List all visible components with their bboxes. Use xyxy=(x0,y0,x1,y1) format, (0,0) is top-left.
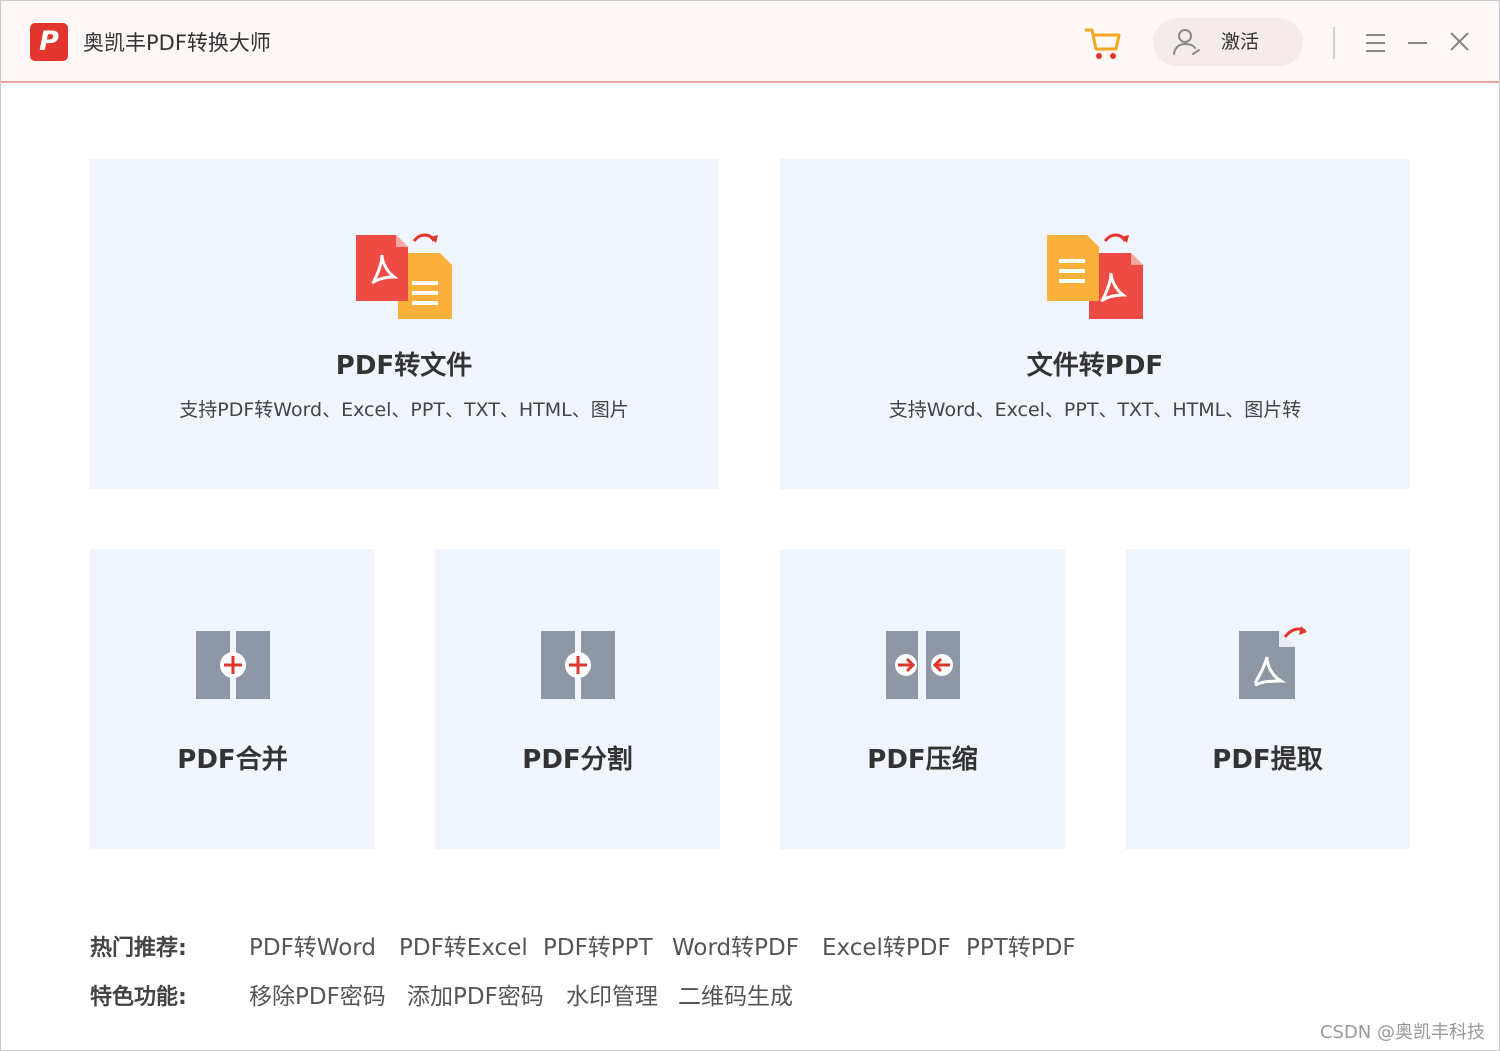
logo-letter: P xyxy=(39,26,59,57)
pdf-compress-title: PDF压缩 xyxy=(867,745,978,775)
hot-link-ppt-to-pdf[interactable]: PPT转PDF xyxy=(966,928,1076,962)
pdf-to-file-title: PDF转文件 xyxy=(335,351,473,381)
feature-link-watermark[interactable]: 水印管理 xyxy=(566,977,658,1011)
activate-label: 激活 xyxy=(1221,31,1260,53)
feature-link-remove-password[interactable]: 移除PDF密码 xyxy=(249,977,386,1011)
close-icon[interactable] xyxy=(1445,27,1475,57)
card-pdf-split[interactable]: PDF分割 xyxy=(435,549,720,849)
pdf-to-file-icon xyxy=(354,231,454,323)
feature-link-add-password[interactable]: 添加PDF密码 xyxy=(407,977,544,1011)
app-title: 奥凯丰PDF转换大师 xyxy=(83,31,271,55)
hot-link-word-to-pdf[interactable]: Word转PDF xyxy=(672,928,799,962)
card-pdf-compress[interactable]: PDF压缩 xyxy=(780,549,1065,849)
compress-icon xyxy=(886,629,960,701)
minimize-icon[interactable] xyxy=(1403,27,1433,57)
hot-link-pdf-to-excel[interactable]: PDF转Excel xyxy=(399,928,528,962)
card-pdf-merge[interactable]: PDF合并 xyxy=(90,549,375,849)
file-to-pdf-title: 文件转PDF xyxy=(1026,351,1164,381)
app-window: P 奥凯丰PDF转换大师 激活 PDF转文件 支持PDF转Word、Excel、… xyxy=(0,0,1500,1051)
hot-label: 热门推荐: xyxy=(90,936,187,961)
hot-link-pdf-to-word[interactable]: PDF转Word xyxy=(249,928,376,962)
hot-link-excel-to-pdf[interactable]: Excel转PDF xyxy=(822,928,951,962)
features-label: 特色功能: xyxy=(90,985,187,1010)
hot-link-pdf-to-ppt[interactable]: PDF转PPT xyxy=(543,928,653,962)
title-bar: P 奥凯丰PDF转换大师 激活 xyxy=(1,1,1499,83)
activate-button[interactable]: 激活 xyxy=(1153,18,1303,66)
cart-icon[interactable] xyxy=(1083,23,1123,63)
pdf-to-file-desc: 支持PDF转Word、Excel、PPT、TXT、HTML、图片 xyxy=(179,399,629,421)
titlebar-divider xyxy=(1333,27,1335,59)
card-file-to-pdf[interactable]: 文件转PDF 支持Word、Excel、PPT、TXT、HTML、图片转 xyxy=(780,159,1410,489)
card-pdf-extract[interactable]: PDF提取 xyxy=(1125,549,1410,849)
split-icon xyxy=(541,629,615,701)
pdf-extract-title: PDF提取 xyxy=(1212,745,1323,775)
card-pdf-to-file[interactable]: PDF转文件 支持PDF转Word、Excel、PPT、TXT、HTML、图片 xyxy=(89,159,719,489)
pdf-split-title: PDF分割 xyxy=(522,745,633,775)
file-to-pdf-icon xyxy=(1045,231,1145,323)
pdf-merge-title: PDF合并 xyxy=(177,745,288,775)
app-logo: P xyxy=(30,23,68,61)
extract-icon xyxy=(1235,625,1309,701)
user-icon xyxy=(1171,26,1203,58)
csdn-watermark: CSDN @奥凯丰科技 xyxy=(1319,1022,1485,1043)
file-to-pdf-desc: 支持Word、Excel、PPT、TXT、HTML、图片转 xyxy=(888,399,1302,421)
feature-link-qrcode[interactable]: 二维码生成 xyxy=(678,977,793,1011)
merge-icon xyxy=(196,629,270,701)
menu-icon[interactable] xyxy=(1361,27,1391,57)
